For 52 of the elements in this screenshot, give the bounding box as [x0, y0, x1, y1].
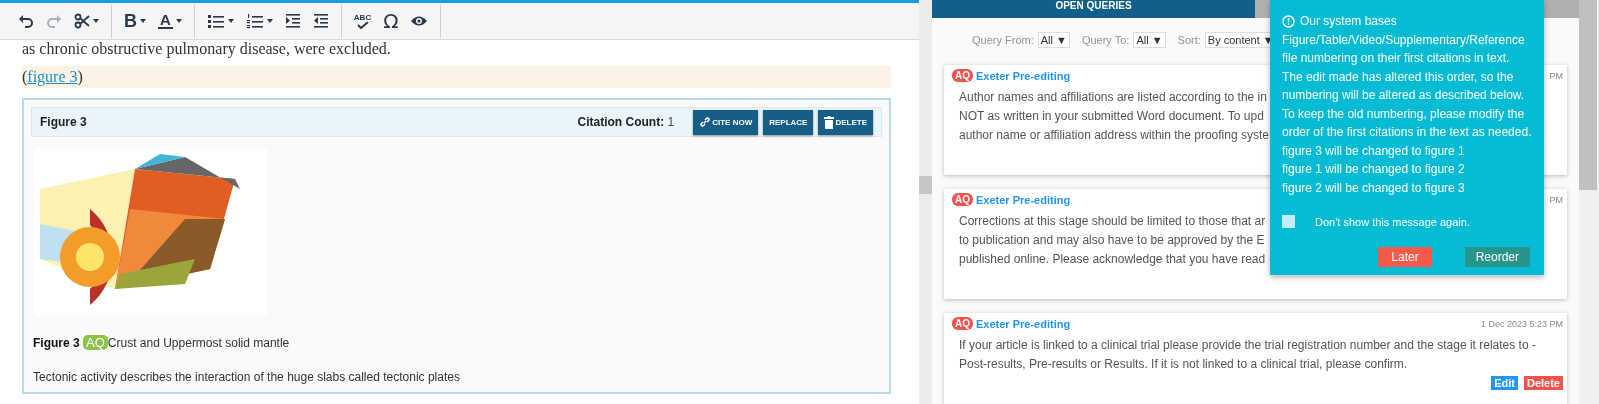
trash-icon — [824, 115, 835, 129]
redo-icon — [46, 13, 62, 29]
figure-description: Tectonic activity describes the interaction of the huge slabs called tectonic plates — [33, 370, 461, 384]
filter-label: Query To: — [1081, 34, 1130, 46]
figure-title: Figure 3 — [40, 115, 87, 129]
cite-button[interactable]: CITE NOW — [693, 109, 759, 135]
numbered-list-icon — [245, 13, 264, 29]
outdent-icon — [312, 13, 329, 29]
scissors-icon — [74, 13, 90, 29]
checkbox-label: Don't show this message again. — [1315, 215, 1470, 228]
filter-dropdown[interactable]: All ▼ — [1037, 32, 1070, 48]
citation-text: (figure 3) — [22, 68, 83, 86]
info-icon — [1282, 14, 1295, 28]
body-paragraph: as chronic obstructive pulmonary disease, were excluded. — [22, 40, 392, 58]
query-badge: AQ — [952, 69, 973, 82]
filter-dropdown[interactable]: All ▼ — [1133, 32, 1166, 48]
spellcheck-button[interactable]: ABC — [349, 11, 376, 31]
caret-icon — [140, 19, 146, 23]
undo-icon — [18, 13, 34, 29]
query-badge: AQ — [952, 317, 973, 330]
popup-message: Figure/Table/Video/Supplementary/Reference file numbering on their first citations in text. The edit made has altered this order, so the numbering will be altered as described below. To keep the old numbering, please modify the order of the first citations in the text as needed. figure 3 will be changed to figure 1 figure 1 will be changed to figure 2 figure 2 will be changed to figure 3 — [1282, 31, 1532, 197]
bullet-list-icon — [206, 13, 225, 29]
query-badge: AQ — [952, 193, 973, 206]
caret-icon — [227, 19, 234, 23]
checkbox[interactable] — [1282, 215, 1295, 228]
caret-icon — [175, 19, 182, 23]
delete-button[interactable]: DELETE — [818, 109, 873, 135]
query-text: Corrections at this stage should be limited to those that ar to publication and may also have to be approved by the E published online. Please acknowledge that you have read — [959, 213, 1266, 268]
editor-scrollbar[interactable] — [919, 0, 932, 404]
query-timestamp: PM — [1549, 70, 1563, 81]
checkmark-icon — [356, 21, 369, 29]
special-character-button[interactable]: Ω — [379, 7, 403, 35]
reorder-button[interactable]: Reorder — [1464, 247, 1530, 267]
query-timestamp: PM — [1549, 194, 1563, 205]
caret-icon — [93, 19, 99, 23]
query-text: Author names and affiliations are listed according to the in NOT as written in your submitted Word document. To upd author name or affiliation address within the proofing syste — [959, 89, 1269, 144]
panel-scrollbar[interactable] — [1579, 0, 1599, 404]
indent-icon — [284, 13, 301, 29]
figure-caption: Figure 3 AQ Crust and Uppermost solid mantle — [33, 335, 291, 350]
filter-label: Sort: — [1177, 34, 1201, 46]
filter-label: Query From: — [972, 34, 1034, 46]
caret-icon — [266, 19, 273, 23]
eye-icon — [410, 15, 429, 27]
font-color-button[interactable]: A — [154, 11, 186, 31]
citation-count: Citation Count: 1 — [577, 115, 675, 129]
query-text: If your article is linked to a clinical trial please provide the trial registration number and the stage it relates to - Post-results, Pre-results or Results. If it is not linked to a clinical trial, please confirm. — [959, 337, 1536, 373]
query-timestamp: 1 Dec 2023 5:23 PM — [1480, 318, 1563, 329]
link-icon — [699, 116, 712, 128]
panel-title: OPEN QUERIES — [932, 0, 1255, 18]
popup-message-heading: Our system bases — [1300, 13, 1397, 30]
replace-button[interactable]: REPLACE — [763, 109, 814, 135]
bold-button[interactable]: B — [120, 8, 150, 34]
